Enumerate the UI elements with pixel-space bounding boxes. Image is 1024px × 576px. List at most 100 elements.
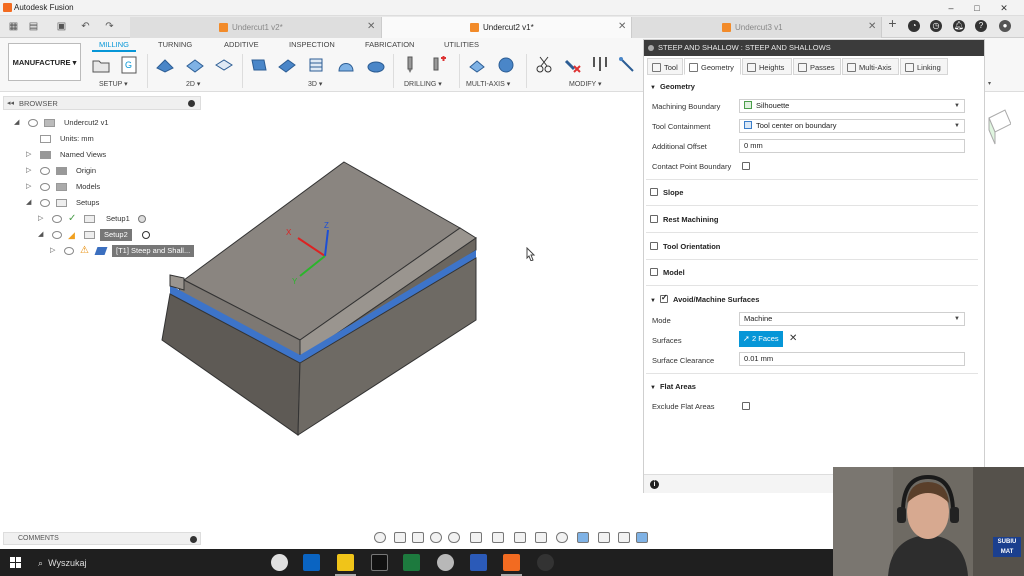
- grid-menu-icon[interactable]: ▦: [8, 21, 19, 32]
- expand-caret-icon[interactable]: ▷: [26, 165, 31, 177]
- tool-library-icon[interactable]: [590, 55, 610, 75]
- 3d-model-viewport[interactable]: X Z Y: [150, 150, 490, 445]
- setup-folder-icon[interactable]: [91, 55, 111, 75]
- section-model-header[interactable]: Model: [650, 268, 685, 277]
- display-settings-icon[interactable]: [470, 532, 482, 543]
- additional-offset-input[interactable]: 0 mm: [739, 139, 965, 153]
- 3d-contour-icon[interactable]: [366, 55, 386, 75]
- expand-caret-icon[interactable]: ▷: [38, 213, 43, 225]
- simulation-icon[interactable]: [598, 532, 610, 543]
- contact-point-checkbox[interactable]: [742, 162, 755, 171]
- job-status-icon[interactable]: ◔: [908, 20, 920, 32]
- collapse-browser-icon[interactable]: ◂◂: [7, 99, 14, 107]
- paint-icon[interactable]: [437, 554, 454, 571]
- close-tab-icon[interactable]: ✕: [868, 21, 876, 32]
- section-geometry-header[interactable]: ▼ Geometry: [650, 82, 695, 91]
- tab-heights[interactable]: Heights: [742, 58, 792, 75]
- notifications-icon[interactable]: 🔔︎: [953, 20, 965, 32]
- pan-hand-icon[interactable]: [412, 532, 424, 543]
- section-tool-orientation-header[interactable]: Tool Orientation: [650, 242, 720, 251]
- tree-units[interactable]: Units: mm: [40, 133, 190, 145]
- section-avoid-header[interactable]: ▼Avoid/Machine Surfaces: [650, 293, 759, 304]
- group-setup-label[interactable]: SETUP ▾: [99, 80, 128, 88]
- clock-icon[interactable]: ◷: [930, 20, 942, 32]
- pattern-icon[interactable]: [617, 55, 637, 75]
- tab-geometry[interactable]: Geometry: [684, 58, 741, 75]
- minimize-button[interactable]: –: [944, 2, 958, 14]
- orbit-icon[interactable]: [374, 532, 386, 543]
- section-analysis-icon[interactable]: [577, 532, 589, 543]
- comments-pin-icon[interactable]: [190, 536, 197, 543]
- maximize-button[interactable]: □: [970, 2, 984, 14]
- group-2d-label[interactable]: 2D ▾: [186, 80, 200, 88]
- avoid-surfaces-checkbox[interactable]: [659, 293, 668, 303]
- active-setup-radio-icon[interactable]: [142, 231, 150, 239]
- file-explorer-icon[interactable]: [337, 554, 354, 571]
- group-multiaxis-label[interactable]: MULTI-AXIS ▾: [466, 80, 510, 88]
- tab-multi-axis[interactable]: Multi-Axis: [842, 58, 899, 75]
- new-tab-icon[interactable]: +: [887, 16, 898, 30]
- outlook-icon[interactable]: [303, 554, 320, 571]
- fit-icon[interactable]: [448, 532, 460, 543]
- section-flat-areas-header[interactable]: ▼ Flat Areas: [650, 382, 696, 391]
- tab-utilities[interactable]: UTILITIES: [444, 40, 479, 49]
- group-drilling-label[interactable]: DRILLING ▾: [404, 80, 442, 88]
- tool-display-icon[interactable]: [618, 532, 630, 543]
- exclude-flat-areas-checkbox[interactable]: [742, 402, 755, 411]
- file-icon[interactable]: ▤: [28, 21, 39, 32]
- tab-fabrication[interactable]: FABRICATION: [365, 40, 414, 49]
- taskbar-search[interactable]: ⌕ Wyszukaj: [38, 558, 87, 569]
- look-at-icon[interactable]: [394, 532, 406, 543]
- tree-root[interactable]: ◢ Undercut2 v1: [14, 117, 194, 129]
- activate-setup-icon[interactable]: [138, 215, 146, 223]
- tab-tool[interactable]: Tool: [647, 58, 683, 75]
- comments-bar[interactable]: COMMENTS: [3, 532, 201, 545]
- workspace-switcher-button[interactable]: MANUFACTURE ▾: [8, 43, 81, 81]
- stock-display-icon[interactable]: [636, 532, 648, 543]
- 3d-scallop-icon[interactable]: [336, 55, 356, 75]
- visibility-eye-icon[interactable]: [40, 199, 50, 207]
- tab-linking[interactable]: Linking: [900, 58, 948, 75]
- expand-caret-icon[interactable]: ◢: [14, 117, 19, 129]
- expand-caret-icon[interactable]: ▷: [26, 181, 31, 193]
- tab-undercut3[interactable]: Undercut3 v1 ✕: [632, 17, 882, 38]
- word-icon[interactable]: [470, 554, 487, 571]
- visibility-eye-icon[interactable]: [52, 215, 62, 223]
- screen-recorder-icon[interactable]: [371, 554, 388, 571]
- excel-icon[interactable]: [403, 554, 420, 571]
- chrome-icon[interactable]: [271, 554, 288, 571]
- visual-style-icon[interactable]: [535, 532, 547, 543]
- dialog-header[interactable]: STEEP AND SHALLOW : STEEP AND SHALLOWS: [644, 40, 984, 56]
- 2d-contour-icon[interactable]: [214, 55, 234, 75]
- scissors-icon[interactable]: [534, 55, 554, 75]
- close-window-button[interactable]: ✕: [997, 2, 1011, 14]
- machining-boundary-select[interactable]: Silhouette ▼: [739, 99, 965, 113]
- group-modify-label[interactable]: MODIFY ▾: [569, 80, 602, 88]
- 3d-pocket-icon[interactable]: [277, 55, 297, 75]
- expand-caret-icon[interactable]: ▷: [50, 245, 55, 257]
- visibility-eye-icon[interactable]: [40, 167, 50, 175]
- tab-undercut1[interactable]: Undercut1 v2* ✕: [130, 17, 382, 38]
- rest-machining-checkbox[interactable]: [650, 215, 658, 223]
- fusion-taskbar-icon[interactable]: [503, 554, 520, 571]
- mode-select[interactable]: Machine ▼: [739, 312, 965, 326]
- 2d-adaptive-icon[interactable]: [155, 55, 175, 75]
- multi-axis-flow-icon[interactable]: [496, 55, 516, 75]
- save-icon[interactable]: ▣: [56, 21, 67, 32]
- expand-caret-icon[interactable]: ◢: [26, 197, 31, 209]
- close-tab-icon[interactable]: ✕: [618, 21, 626, 32]
- tab-turning[interactable]: TURNING: [158, 40, 192, 49]
- section-rest-machining-header[interactable]: Rest Machining: [650, 215, 718, 224]
- windows-start-icon[interactable]: [10, 557, 21, 568]
- redo-icon[interactable]: ↷: [104, 21, 115, 32]
- multi-axis-swarf-icon[interactable]: [467, 55, 487, 75]
- rotate-view-icon[interactable]: [556, 532, 568, 543]
- browser-header[interactable]: ◂◂ BROWSER: [3, 96, 201, 110]
- tool-containment-select[interactable]: Tool center on boundary ▼: [739, 119, 965, 133]
- 3d-adaptive-icon[interactable]: [249, 55, 269, 75]
- tab-passes[interactable]: Passes: [793, 58, 841, 75]
- visibility-eye-icon[interactable]: [64, 247, 74, 255]
- hole-recognition-icon[interactable]: [428, 55, 448, 75]
- undo-icon[interactable]: ↶: [80, 21, 91, 32]
- delete-toolpath-icon[interactable]: [563, 55, 583, 75]
